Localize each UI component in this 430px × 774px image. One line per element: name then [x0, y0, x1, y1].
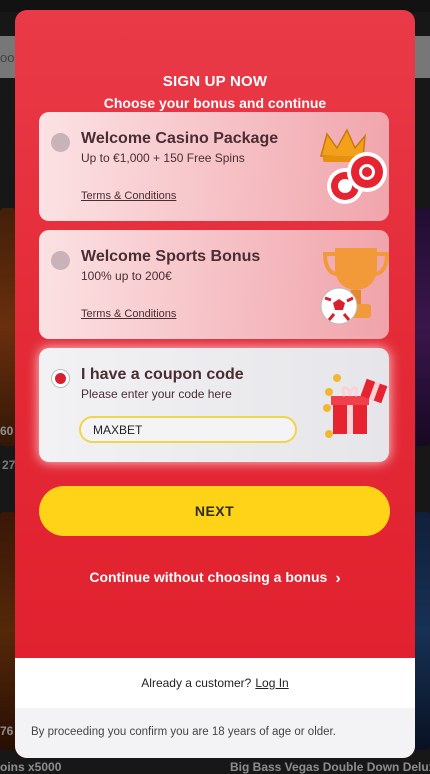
trophy-and-football-icon: [320, 248, 389, 325]
radio-dot: [55, 373, 66, 384]
skip-bonus-link[interactable]: Continue without choosing a bonus ›: [15, 569, 415, 588]
radio-button[interactable]: [51, 251, 70, 270]
age-notice: By proceeding you confirm you are 18 yea…: [31, 726, 336, 738]
coupon-code-input[interactable]: [79, 416, 297, 443]
login-prompt-row: Already a customer? Log In: [15, 676, 415, 690]
next-button[interactable]: NEXT: [39, 486, 390, 536]
signup-modal: SIGN UP NOW Choose your bonus and contin…: [15, 10, 415, 758]
modal-title: SIGN UP NOW: [162, 73, 268, 90]
bonus-option-subtitle: Please enter your code here: [81, 387, 232, 401]
login-link[interactable]: Log In: [255, 676, 288, 690]
bonus-option-title: Welcome Sports Bonus: [81, 248, 261, 265]
chevron-right-icon: ›: [335, 570, 341, 587]
bonus-option-title: I have a coupon code: [81, 366, 244, 383]
radio-button[interactable]: [51, 133, 70, 152]
terms-link[interactable]: Terms & Conditions: [81, 308, 176, 320]
login-prompt: Already a customer?: [141, 676, 252, 690]
bonus-option-title: Welcome Casino Package: [81, 130, 279, 147]
radio-button-selected[interactable]: [51, 369, 70, 388]
bonus-option-casino[interactable]: Welcome Casino Package Up to €1,000 + 15…: [39, 112, 389, 221]
skip-bonus-label: Continue without choosing a bonus: [89, 569, 328, 585]
terms-link[interactable]: Terms & Conditions: [81, 190, 176, 202]
login-bar: Already a customer? Log In: [15, 658, 415, 708]
age-notice-bar: By proceeding you confirm you are 18 yea…: [15, 708, 415, 758]
bonus-option-sports[interactable]: Welcome Sports Bonus 100% up to 200€ Ter…: [39, 230, 389, 339]
gift-box-icon: [323, 374, 388, 438]
bonus-option-coupon[interactable]: I have a coupon code Please enter your c…: [39, 348, 389, 462]
modal-subtitle: Choose your bonus and continue: [103, 95, 327, 111]
crown-and-chips-icon: [320, 128, 387, 204]
bonus-option-subtitle: Up to €1,000 + 150 Free Spins: [81, 151, 245, 165]
bonus-option-subtitle: 100% up to 200€: [81, 269, 172, 283]
